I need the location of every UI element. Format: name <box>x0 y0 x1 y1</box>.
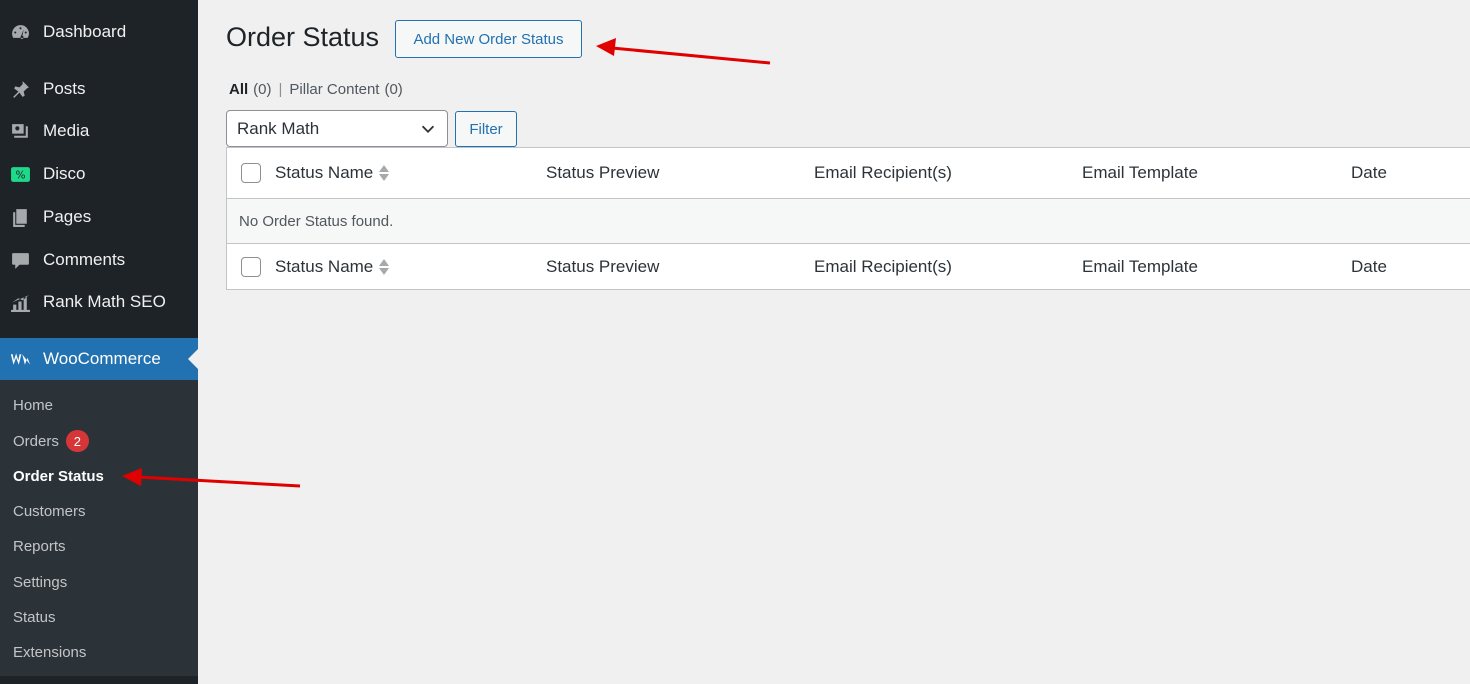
view-filters: All (0) | Pillar Content (0) <box>229 79 403 99</box>
view-pillar-content-count: (0) <box>384 80 403 98</box>
filter-button[interactable]: Filter <box>455 111 517 147</box>
current-menu-pointer <box>188 349 198 369</box>
order-status-table: Status Name Status Preview Email Recipie… <box>226 147 1470 290</box>
page-title: Order Status <box>226 22 380 52</box>
menu-item-dashboard[interactable]: Dashboard <box>0 12 198 52</box>
disco-icon: % <box>9 163 31 185</box>
menu-item-disco[interactable]: % Disco <box>0 154 198 194</box>
view-all-link[interactable]: All <box>229 81 248 98</box>
menu-item-label: Pages <box>43 207 92 226</box>
column-email-recipients: Email Recipient(s) <box>814 163 952 182</box>
column-email-template: Email Template <box>1082 163 1198 182</box>
submenu-item-home[interactable]: Home <box>13 393 53 417</box>
table-footer-row: Status Name Status Preview Email Recipie… <box>227 244 1470 290</box>
view-separator: | <box>278 80 283 98</box>
select-value: Rank Math <box>237 118 320 138</box>
menu-item-rank-math-seo[interactable]: Rank Math SEO <box>0 282 198 322</box>
menu-item-label: Dashboard <box>43 22 127 41</box>
view-all-count: (0) <box>253 80 272 98</box>
pin-icon <box>9 78 31 100</box>
submenu-item-order-status[interactable]: Order Status <box>13 464 104 488</box>
select-all-checkbox-footer[interactable] <box>241 257 261 277</box>
submenu-item-status[interactable]: Status <box>13 605 56 629</box>
media-icon <box>9 120 31 142</box>
view-pillar-content-link[interactable]: Pillar Content <box>289 81 379 98</box>
column-email-recipients: Email Recipient(s) <box>814 257 952 276</box>
svg-text:%: % <box>15 169 25 181</box>
sort-icon <box>379 259 390 275</box>
column-date: Date <box>1351 257 1387 276</box>
add-new-order-status-button[interactable]: Add New Order Status <box>395 20 582 58</box>
submenu-item-extensions[interactable]: Extensions <box>13 640 86 664</box>
submenu-item-reports[interactable]: Reports <box>13 534 66 558</box>
menu-item-comments[interactable]: Comments <box>0 240 198 280</box>
chevron-down-icon <box>421 125 435 133</box>
table-header-row: Status Name Status Preview Email Recipie… <box>227 148 1470 199</box>
sort-icon <box>379 165 390 181</box>
pages-icon <box>9 206 31 228</box>
menu-item-label: Comments <box>43 250 126 269</box>
menu-item-label: Media <box>43 121 90 140</box>
column-status-name[interactable]: Status Name <box>275 163 390 183</box>
menu-item-label: WooCommerce <box>43 349 161 368</box>
admin-sidebar: Dashboard Posts Media % Disco Pages Comm… <box>0 0 198 684</box>
dashboard-icon <box>9 21 31 43</box>
menu-item-label: Rank Math SEO <box>43 292 166 311</box>
select-all-checkbox[interactable] <box>241 163 261 183</box>
column-date: Date <box>1351 163 1387 182</box>
no-items-message: No Order Status found. <box>239 212 394 230</box>
submenu-item-settings[interactable]: Settings <box>13 570 67 594</box>
orders-count-badge: 2 <box>65 430 89 452</box>
table-empty-row: No Order Status found. <box>227 199 1470 244</box>
menu-item-pages[interactable]: Pages <box>0 197 198 237</box>
woocommerce-icon <box>9 348 31 370</box>
column-status-preview: Status Preview <box>546 163 660 182</box>
comment-icon <box>9 249 31 271</box>
woocommerce-submenu: Home Orders 2 Order Status Customers Rep… <box>0 380 198 676</box>
annotation-arrows <box>122 38 771 488</box>
column-status-name[interactable]: Status Name <box>275 257 390 277</box>
rank-math-filter-select[interactable]: Rank Math <box>226 110 448 147</box>
menu-item-label: Posts <box>43 79 86 98</box>
menu-item-media[interactable]: Media <box>0 111 198 151</box>
column-email-template: Email Template <box>1082 257 1198 276</box>
menu-item-posts[interactable]: Posts <box>0 69 198 109</box>
rank-math-icon <box>9 291 31 313</box>
column-status-preview: Status Preview <box>546 257 660 276</box>
submenu-item-orders[interactable]: Orders 2 <box>13 429 89 453</box>
menu-item-label: Disco <box>43 164 86 183</box>
submenu-item-customers[interactable]: Customers <box>13 499 86 523</box>
annotation-arrow-add-button <box>596 38 771 65</box>
menu-item-woocommerce[interactable]: WooCommerce <box>0 338 198 380</box>
